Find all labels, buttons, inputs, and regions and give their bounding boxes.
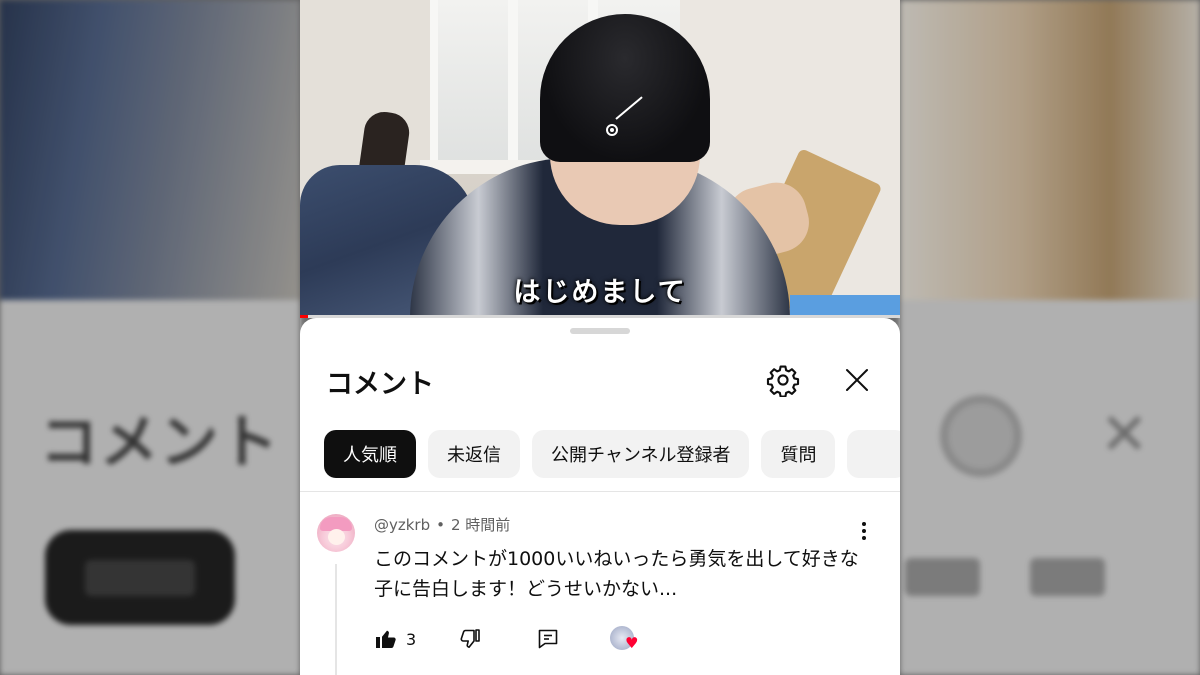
video-progress-bar[interactable] <box>300 315 308 318</box>
comment-actions: 3 ♥ <box>374 624 874 654</box>
dim-overlay-right <box>900 0 1200 675</box>
dislike-button[interactable] <box>458 624 482 654</box>
dim-overlay-left <box>0 0 300 675</box>
reply-button[interactable] <box>536 624 560 654</box>
creator-heart[interactable]: ♥ <box>610 624 642 654</box>
comment-filter-chips: 人気順 未返信 公開チャンネル登録者 質問 <box>324 430 900 480</box>
video-player[interactable]: はじめまして <box>300 0 900 318</box>
filter-chip-unreplied[interactable]: 未返信 <box>428 430 520 478</box>
comments-sheet: コメント 人気順 未返信 公開チャンネル登録者 質問 @yzkrb • 2 時間前 … <box>300 318 900 675</box>
drag-handle[interactable] <box>570 328 630 334</box>
creator-heart-icon: ♥ <box>625 634 639 652</box>
video-subtitle: はじめまして <box>513 277 687 308</box>
avatar-face <box>328 529 345 545</box>
comment-meta: @yzkrb • 2 時間前 <box>374 514 510 535</box>
thread-line <box>335 564 337 675</box>
like-count: 3 <box>406 629 417 649</box>
touch-cursor-dot <box>610 128 614 132</box>
comment-time: 2 時間前 <box>451 516 511 534</box>
thumbs-up-icon <box>376 630 396 648</box>
avatar[interactable] <box>317 514 355 552</box>
more-vertical-icon[interactable] <box>854 520 874 542</box>
more-dot <box>862 522 866 526</box>
gear-icon <box>766 365 800 397</box>
close-icon <box>846 369 868 391</box>
thumbs-down-icon <box>460 629 480 648</box>
comments-title: コメント <box>326 369 434 400</box>
comment-item: @yzkrb • 2 時間前 このコメントが1000いいねいったら勇気を出して好きな… <box>300 492 900 675</box>
comment-author[interactable]: @yzkrb <box>374 516 430 534</box>
filter-chip-public-subscribers[interactable]: 公開チャンネル登録者 <box>532 430 750 478</box>
scene-window-bar <box>508 0 518 165</box>
meta-separator: • <box>436 516 445 534</box>
like-button[interactable]: 3 <box>374 624 416 654</box>
settings-button[interactable] <box>765 362 801 398</box>
filter-chip-overflow[interactable] <box>847 430 900 478</box>
reply-icon <box>538 629 558 649</box>
comment-text: このコメントが1000いいねいったら勇気を出して好きな子に告白します！どうせいか… <box>374 548 859 600</box>
close-button[interactable] <box>839 362 875 398</box>
more-dot <box>862 529 866 533</box>
filter-chip-questions[interactable]: 質問 <box>761 430 836 478</box>
more-dot <box>862 536 866 540</box>
filter-chip-popular[interactable]: 人気順 <box>324 430 416 478</box>
